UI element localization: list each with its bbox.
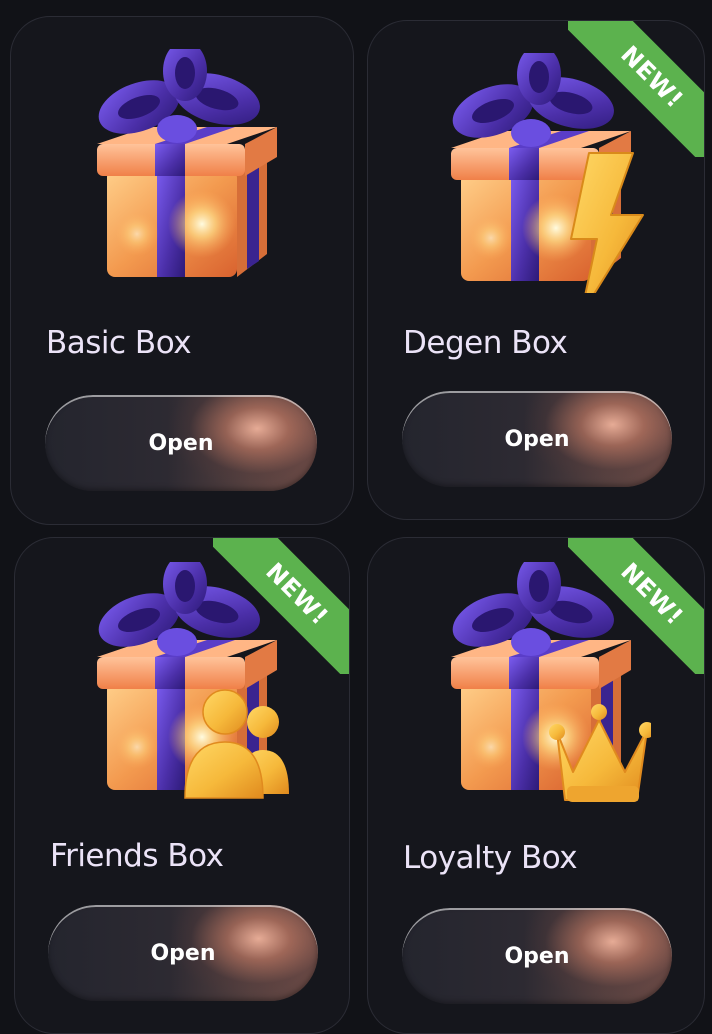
box-card-friends: Friends Box Open NEW! xyxy=(14,537,350,1034)
new-badge: NEW! xyxy=(568,538,704,674)
open-button[interactable]: Open xyxy=(48,905,318,1001)
new-badge: NEW! xyxy=(568,21,704,157)
open-button[interactable]: Open xyxy=(45,395,317,491)
box-card-basic: Basic Box Open xyxy=(10,16,354,525)
box-title: Loyalty Box xyxy=(403,840,578,876)
box-card-degen: Degen Box Open NEW! xyxy=(367,20,705,520)
open-button[interactable]: Open xyxy=(402,391,672,487)
new-badge-label: NEW! xyxy=(568,538,704,674)
new-badge: NEW! xyxy=(213,538,349,674)
box-title: Degen Box xyxy=(403,325,568,361)
gift-box-icon xyxy=(91,49,277,277)
new-badge-label: NEW! xyxy=(568,21,704,157)
box-card-loyalty: Loyalty Box Open NEW! xyxy=(367,537,705,1034)
new-badge-label: NEW! xyxy=(213,538,349,674)
box-title: Basic Box xyxy=(46,325,192,361)
box-title: Friends Box xyxy=(50,838,224,874)
open-button[interactable]: Open xyxy=(402,908,672,1004)
